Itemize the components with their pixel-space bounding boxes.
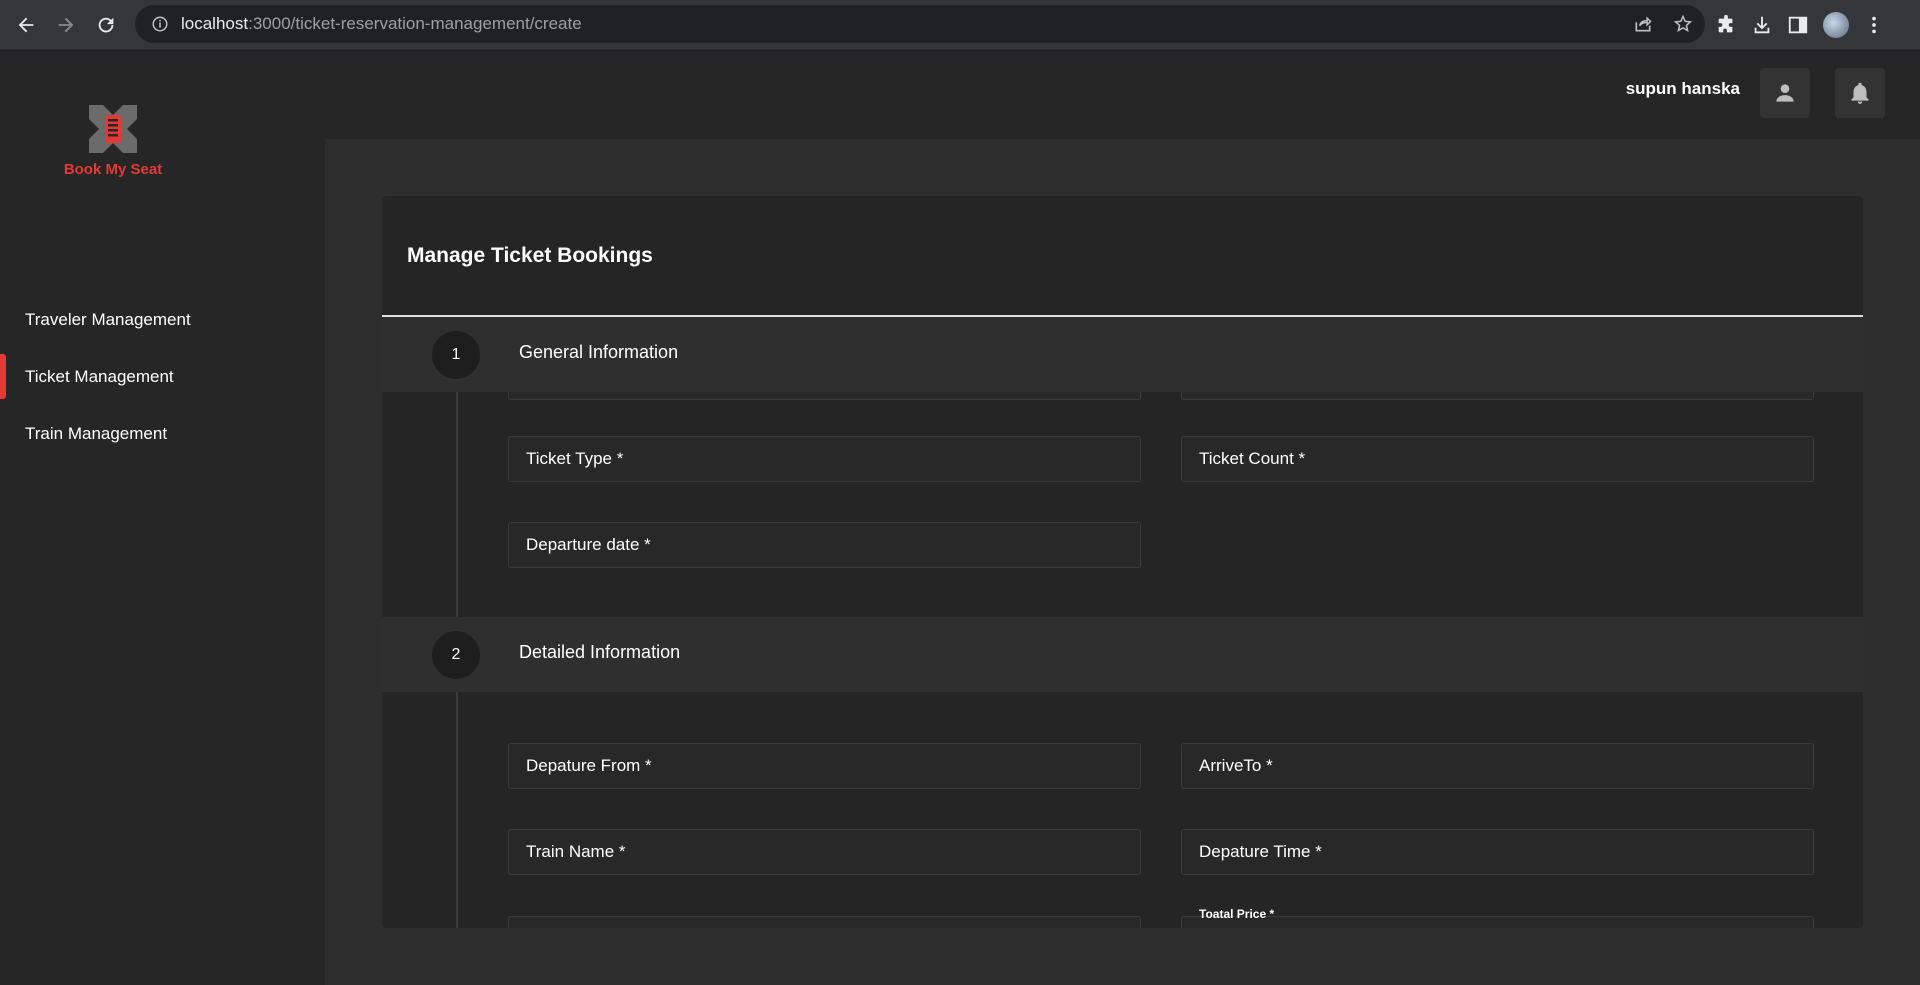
step-number: 1 <box>432 331 480 379</box>
step-number: 2 <box>432 631 480 679</box>
arrow-left-icon <box>18 17 34 32</box>
train-name-field[interactable]: Train Name * <box>508 829 1141 875</box>
cut-off-field-left[interactable] <box>508 916 1141 928</box>
bell-icon <box>1851 82 1869 104</box>
brand-name: Book My Seat <box>63 161 163 178</box>
stepper-connector <box>456 392 458 617</box>
more-menu-icon[interactable] <box>1863 14 1885 36</box>
info-icon[interactable] <box>151 15 169 33</box>
notifications-button[interactable] <box>1835 68 1885 118</box>
step-label: Detailed Information <box>519 642 681 662</box>
forward-button[interactable] <box>46 5 86 45</box>
booking-form-card: Manage Ticket Bookings 1 General Informa… <box>382 196 1863 928</box>
arrive-to-field[interactable]: ArriveTo * <box>1181 743 1814 789</box>
departure-date-field[interactable]: Departure date * <box>508 522 1141 568</box>
star-icon[interactable] <box>1673 14 1693 34</box>
total-price-field[interactable] <box>1181 916 1814 928</box>
sidebar-item-ticket-management[interactable]: Ticket Management <box>0 348 325 405</box>
brand-logo[interactable]: Book My Seat <box>58 99 168 178</box>
sidebar-nav: Traveler Management Ticket Management Tr… <box>0 291 325 462</box>
train-seat-logo-icon <box>89 105 137 153</box>
ticket-type-field[interactable]: Ticket Type * <box>508 436 1141 482</box>
sidebar-item-train-management[interactable]: Train Management <box>0 405 325 462</box>
app-root: Book My Seat Traveler Management Ticket … <box>0 51 1920 985</box>
stepper-connector <box>456 692 458 928</box>
total-price-label: Toatal Price * <box>1199 907 1275 921</box>
reload-icon <box>98 17 114 32</box>
share-icon[interactable] <box>1633 14 1653 34</box>
ticket-count-field[interactable]: Ticket Count * <box>1181 436 1814 482</box>
main-content: Manage Ticket Bookings 1 General Informa… <box>325 139 1920 985</box>
user-profile-button[interactable] <box>1760 68 1810 118</box>
sidebar-item-traveler-management[interactable]: Traveler Management <box>0 291 325 348</box>
browser-toolbar: localhost:3000/ticket-reservation-manage… <box>0 0 1920 50</box>
step-detailed-information[interactable]: 2 Detailed Information <box>382 617 1863 692</box>
extensions-icon[interactable] <box>1715 14 1737 36</box>
sidebar: Book My Seat Traveler Management Ticket … <box>0 51 325 985</box>
departure-time-field[interactable]: Depature Time * <box>1181 829 1814 875</box>
reload-button[interactable] <box>86 5 126 45</box>
address-bar[interactable]: localhost:3000/ticket-reservation-manage… <box>135 5 1705 43</box>
hidden-field-right[interactable] <box>1181 392 1814 400</box>
hidden-field-left[interactable] <box>508 392 1141 400</box>
side-panel-icon[interactable] <box>1787 14 1809 36</box>
step-general-information[interactable]: 1 General Information <box>382 317 1863 392</box>
departure-from-field[interactable]: Depature From * <box>508 743 1141 789</box>
arrow-right-icon <box>58 17 74 32</box>
back-button[interactable] <box>6 5 46 45</box>
page-title: Manage Ticket Bookings <box>407 244 653 267</box>
step-label: General Information <box>519 342 679 362</box>
top-bar: supun hanska <box>325 51 1920 139</box>
download-icon[interactable] <box>1751 14 1773 36</box>
person-icon <box>1776 84 1794 102</box>
user-name: supun hanska <box>1625 79 1740 98</box>
url-text[interactable]: localhost:3000/ticket-reservation-manage… <box>181 14 582 34</box>
profile-avatar[interactable] <box>1823 12 1849 38</box>
